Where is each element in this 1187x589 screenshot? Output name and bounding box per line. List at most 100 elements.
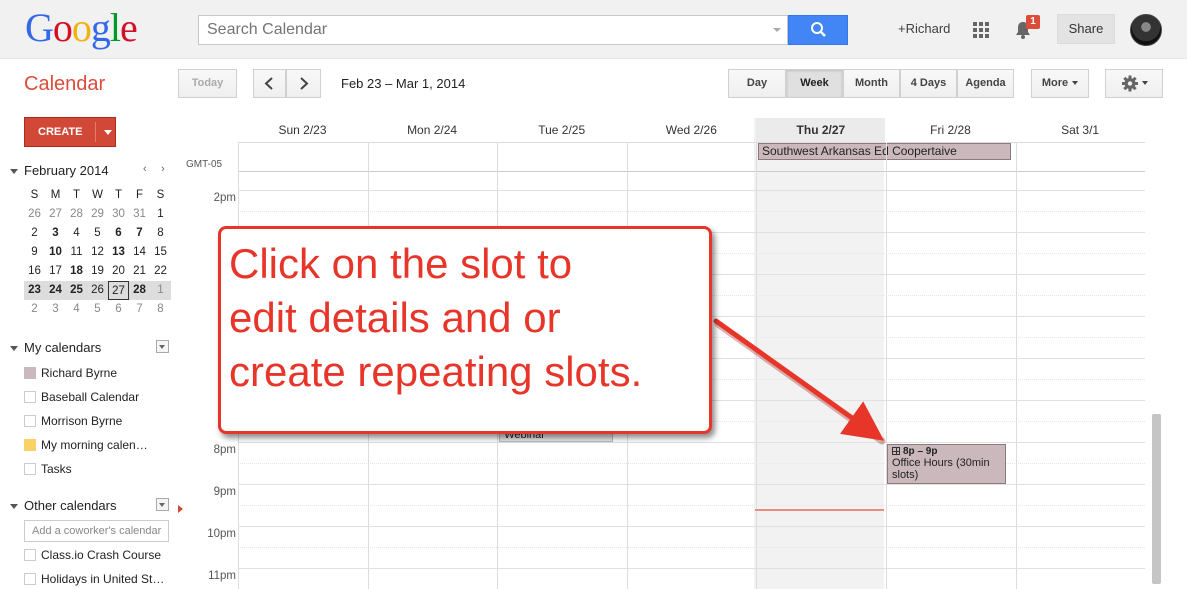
google-logo[interactable]: Google <box>25 6 138 50</box>
mini-day-cell[interactable]: 24 <box>45 281 66 300</box>
hour-slot-line[interactable] <box>238 526 1145 527</box>
collapse-triangle-icon[interactable] <box>10 504 18 510</box>
view-agenda-button[interactable]: Agenda <box>957 69 1014 98</box>
mini-day-cell[interactable]: 3 <box>45 224 66 243</box>
my-calendars-menu-icon[interactable] <box>156 340 169 353</box>
mini-day-cell[interactable]: 17 <box>45 262 66 281</box>
mini-next-month-icon[interactable]: › <box>161 163 165 175</box>
calendar-color-swatch[interactable] <box>24 463 36 475</box>
calendar-color-swatch[interactable] <box>24 391 36 403</box>
calendar-list-item[interactable]: Morrison Byrne <box>24 414 122 430</box>
mini-day-cell[interactable]: 27 <box>45 205 66 224</box>
day-column-header[interactable]: Tue 2/25 <box>497 118 626 142</box>
mini-day-cell[interactable]: 4 <box>66 300 87 319</box>
search-input[interactable] <box>199 16 759 44</box>
mini-day-cell[interactable]: 9 <box>24 243 45 262</box>
mini-day-cell[interactable]: 23 <box>24 281 45 300</box>
view-month-button[interactable]: Month <box>843 69 900 98</box>
mini-day-cell[interactable]: 15 <box>150 243 171 262</box>
mini-day-cell[interactable]: 8 <box>150 300 171 319</box>
half-hour-line[interactable] <box>238 211 1145 212</box>
hour-slot-line[interactable] <box>238 442 1145 443</box>
today-button[interactable]: Today <box>178 69 237 98</box>
app-title[interactable]: Calendar <box>24 73 105 96</box>
collapse-triangle-icon[interactable] <box>10 169 18 175</box>
mini-day-cell[interactable]: 28 <box>66 205 87 224</box>
mini-day-cell[interactable]: 5 <box>87 300 108 319</box>
mini-day-cell[interactable]: 21 <box>129 262 150 281</box>
prev-week-button[interactable] <box>253 69 286 98</box>
coworker-calendar-input[interactable]: Add a coworker's calendar <box>24 520 169 542</box>
search-button[interactable] <box>788 15 848 45</box>
my-calendars-header[interactable]: My calendars <box>10 340 101 355</box>
avatar[interactable] <box>1130 14 1162 46</box>
grid-scrollbar[interactable] <box>1152 414 1161 584</box>
mini-day-cell[interactable]: 26 <box>24 205 45 224</box>
mini-day-cell[interactable]: 27 <box>108 281 129 300</box>
mini-day-cell[interactable]: 7 <box>129 300 150 319</box>
calendar-list-item[interactable]: Baseball Calendar <box>24 390 139 406</box>
day-column-header[interactable]: Thu 2/27 <box>756 118 886 142</box>
calendar-list-item[interactable]: Richard Byrne <box>24 366 117 382</box>
mini-day-cell[interactable]: 29 <box>87 205 108 224</box>
calendar-list-item[interactable]: Holidays in United St… <box>24 572 164 588</box>
calendar-color-swatch[interactable] <box>24 367 36 379</box>
create-event-button[interactable]: CREATE <box>24 117 116 147</box>
calendar-color-swatch[interactable] <box>24 573 36 585</box>
other-calendars-header[interactable]: Other calendars <box>10 498 117 513</box>
hour-slot-line[interactable] <box>238 190 1145 191</box>
mini-day-cell[interactable]: 2 <box>24 300 45 319</box>
mini-day-cell[interactable]: 25 <box>66 281 87 300</box>
collapse-triangle-icon[interactable] <box>10 346 18 352</box>
view-week-button[interactable]: Week <box>786 69 843 98</box>
hour-slot-line[interactable] <box>238 568 1145 569</box>
mini-day-cell[interactable]: 28 <box>129 281 150 300</box>
half-hour-line[interactable] <box>238 505 1145 506</box>
settings-menu-button[interactable] <box>1105 69 1163 98</box>
calendar-color-swatch[interactable] <box>24 439 36 451</box>
share-button[interactable]: Share <box>1057 14 1115 44</box>
create-quick-add-icon[interactable] <box>104 130 112 135</box>
office-hours-event[interactable]: 8p – 9p Office Hours (30min slots) <box>887 444 1006 484</box>
search-options-icon[interactable] <box>773 28 781 32</box>
calendar-list-item[interactable]: Tasks <box>24 462 72 478</box>
mini-day-cell[interactable]: 31 <box>129 205 150 224</box>
mini-prev-month-icon[interactable]: ‹ <box>143 163 147 175</box>
mini-calendar-header[interactable]: February 2014 ‹ › <box>10 163 175 178</box>
day-column-header[interactable]: Sun 2/23 <box>238 118 367 142</box>
view-day-button[interactable]: Day <box>728 69 786 98</box>
day-column-header[interactable]: Sat 3/1 <box>1016 118 1145 142</box>
mini-day-cell[interactable]: 5 <box>87 224 108 243</box>
calendar-color-swatch[interactable] <box>24 415 36 427</box>
search-box[interactable] <box>198 15 788 45</box>
mini-day-cell[interactable]: 11 <box>66 243 87 262</box>
notification-count-badge[interactable]: 1 <box>1026 15 1040 29</box>
all-day-event[interactable]: Southwest Arkansas Ed Coopertaive <box>758 143 1011 160</box>
apps-grid-icon[interactable] <box>973 22 989 38</box>
mini-day-cell[interactable]: 18 <box>66 262 87 281</box>
other-calendars-menu-icon[interactable] <box>156 498 169 511</box>
day-column-header[interactable]: Wed 2/26 <box>627 118 756 142</box>
view-4days-button[interactable]: 4 Days <box>900 69 957 98</box>
mini-day-cell[interactable]: 14 <box>129 243 150 262</box>
day-column-header[interactable]: Fri 2/28 <box>886 118 1015 142</box>
half-hour-line[interactable] <box>238 463 1145 464</box>
mini-day-cell[interactable]: 4 <box>66 224 87 243</box>
mini-day-cell[interactable]: 1 <box>150 205 171 224</box>
hour-slot-line[interactable] <box>238 484 1145 485</box>
half-hour-line[interactable] <box>238 547 1145 548</box>
next-week-button[interactable] <box>286 69 321 98</box>
mini-day-cell[interactable]: 7 <box>129 224 150 243</box>
mini-day-cell[interactable]: 10 <box>45 243 66 262</box>
more-menu-button[interactable]: More <box>1031 69 1089 98</box>
mini-day-cell[interactable]: 13 <box>108 243 129 262</box>
mini-day-cell[interactable]: 30 <box>108 205 129 224</box>
mini-day-cell[interactable]: 3 <box>45 300 66 319</box>
calendar-list-item[interactable]: My morning calen… <box>24 438 148 454</box>
mini-day-cell[interactable]: 8 <box>150 224 171 243</box>
mini-day-cell[interactable]: 12 <box>87 243 108 262</box>
day-column-header[interactable]: Mon 2/24 <box>368 118 497 142</box>
mini-day-cell[interactable]: 19 <box>87 262 108 281</box>
mini-day-cell[interactable]: 1 <box>150 281 171 300</box>
mini-day-cell[interactable]: 26 <box>87 281 108 300</box>
